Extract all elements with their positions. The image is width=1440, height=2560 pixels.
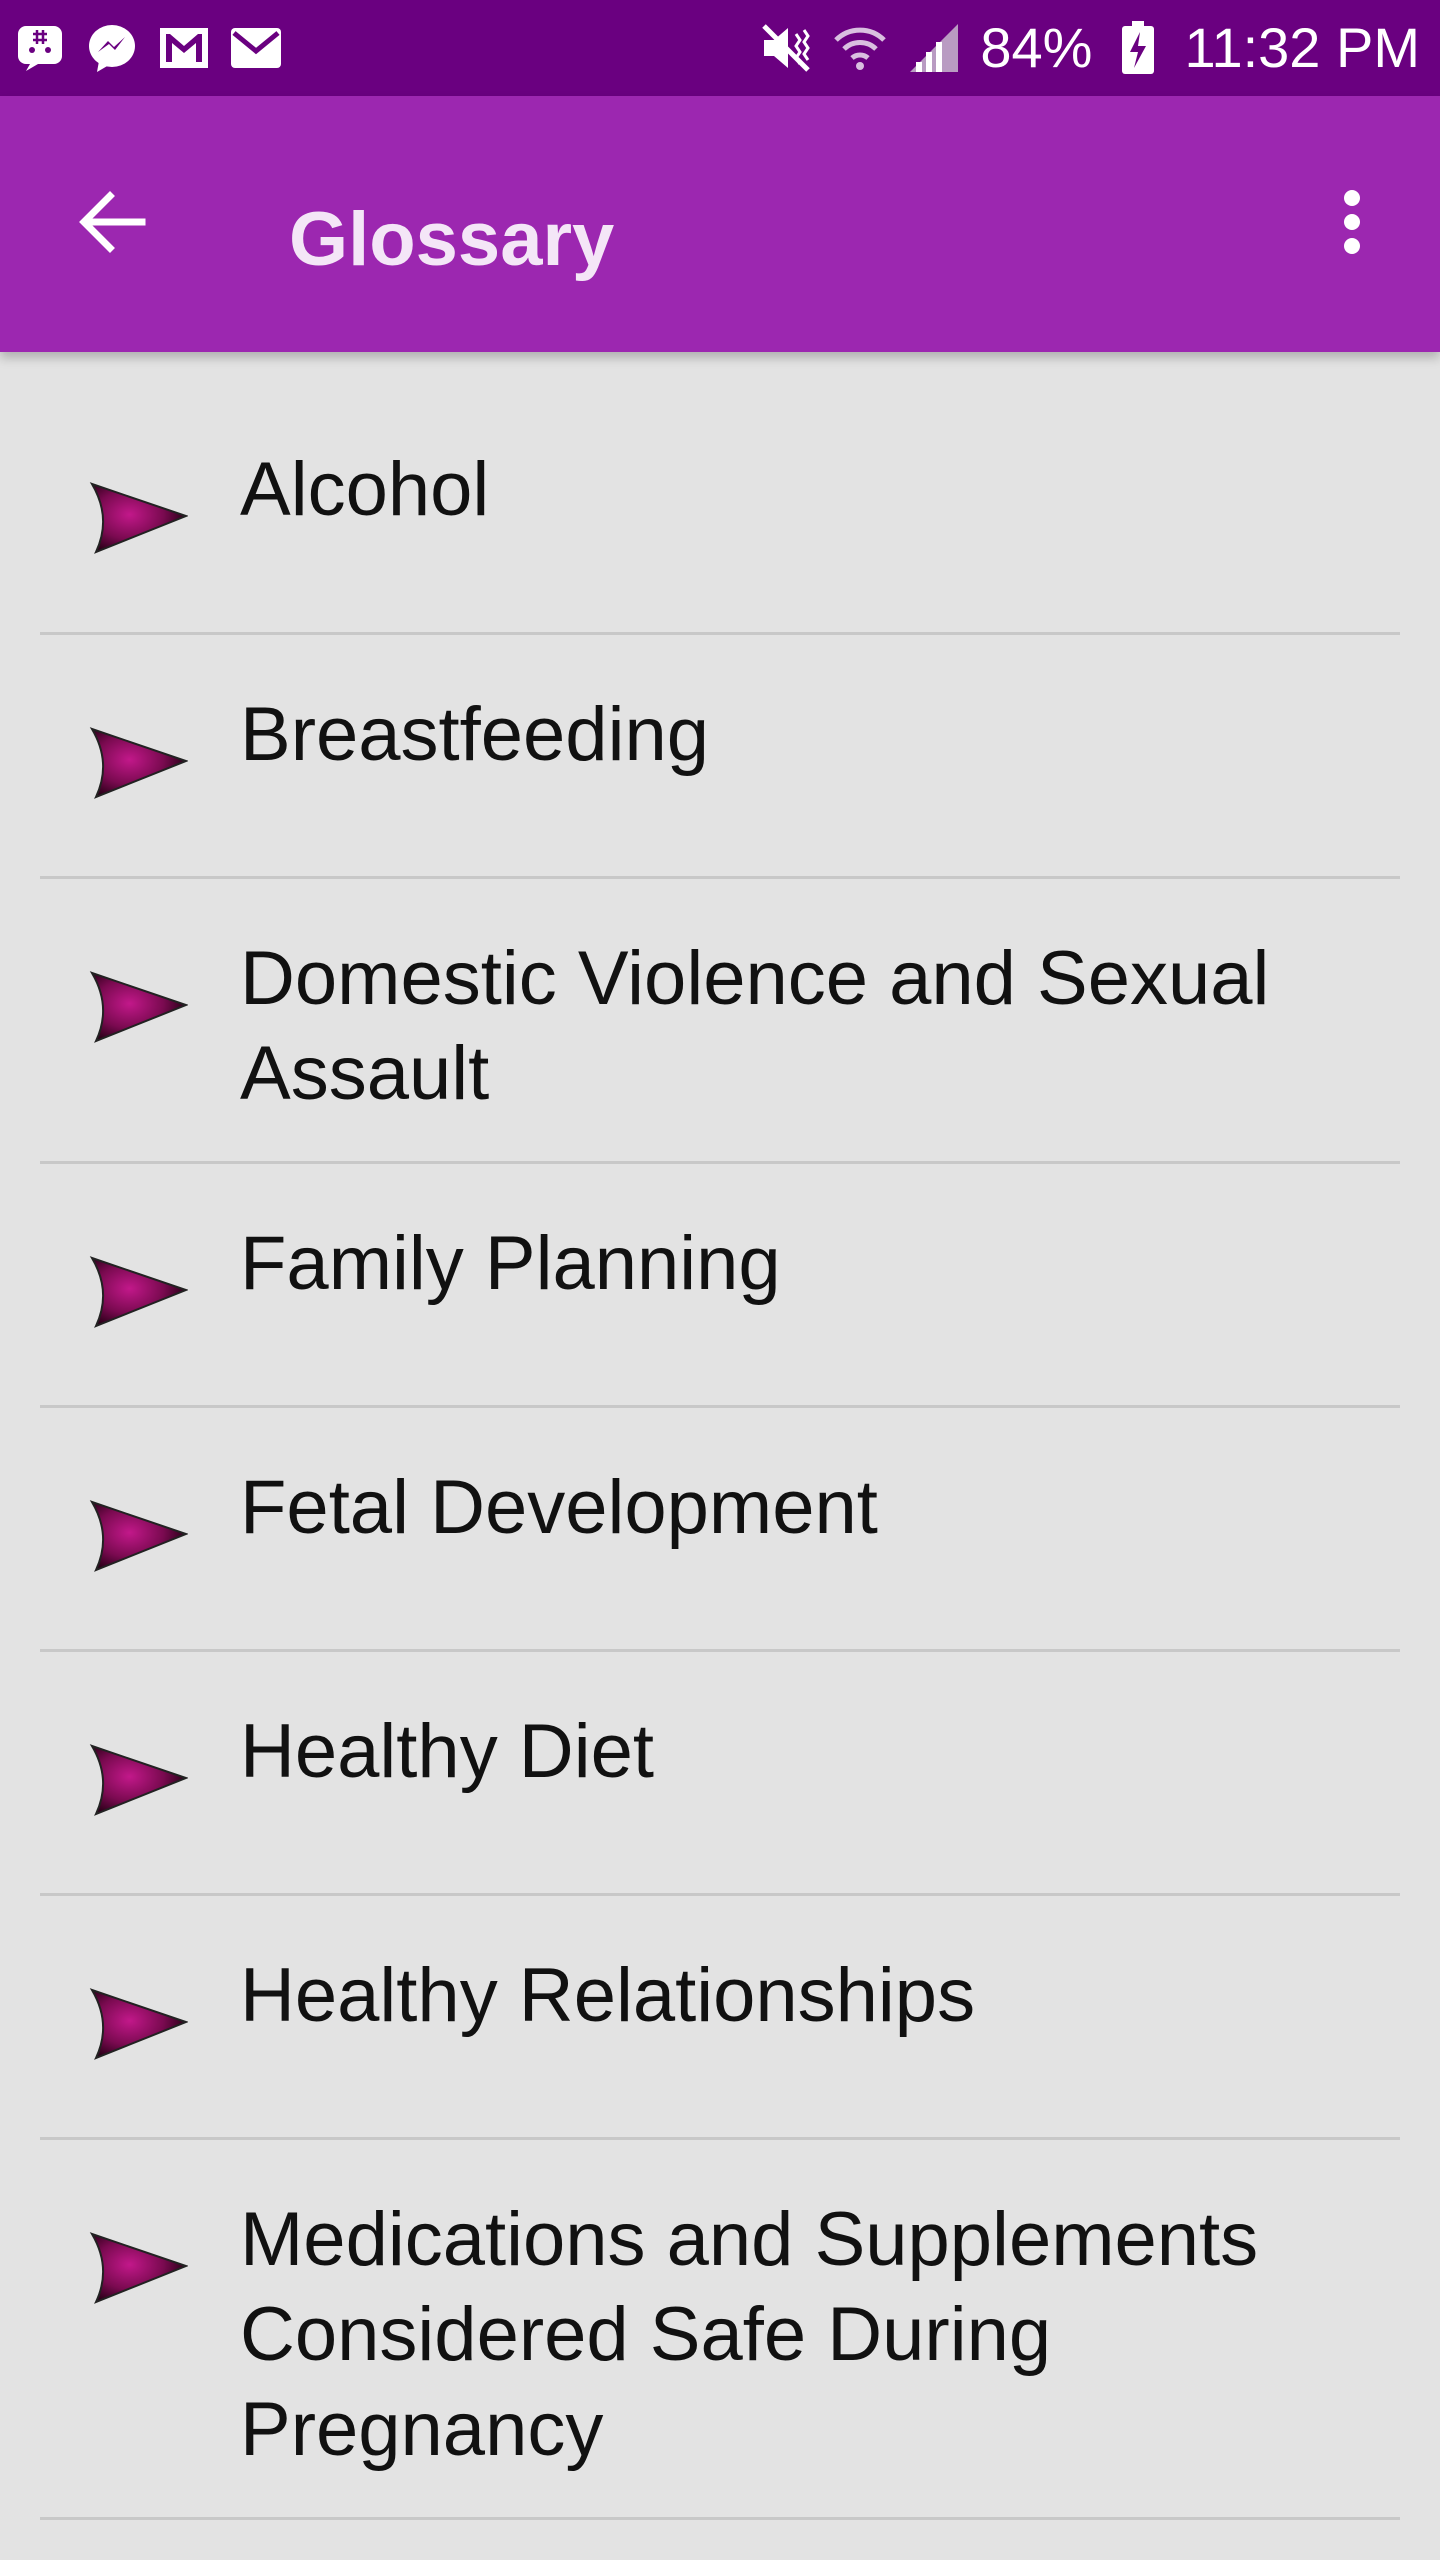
list-item[interactable]: Healthy Diet — [40, 1652, 1400, 1896]
list-item[interactable]: Family Planning — [40, 1164, 1400, 1408]
page-title: Glossary — [289, 197, 615, 282]
arrowhead-bullet-icon — [88, 480, 189, 556]
arrowhead-bullet-icon — [88, 1742, 189, 1818]
wifi-icon — [832, 20, 888, 76]
app-bar: Glossary — [0, 96, 1440, 352]
arrowhead-bullet-icon — [88, 1986, 189, 2062]
status-bar: 84% 11:32 PM — [0, 0, 1440, 96]
glossary-item-label: Healthy Relationships — [240, 1953, 976, 2038]
arrowhead-bullet-icon — [88, 2230, 189, 2306]
arrowhead-bullet-icon — [88, 1498, 189, 1574]
arrowhead-bullet-icon — [88, 725, 189, 801]
clock: 11:32 PM — [1184, 16, 1420, 79]
more-options-button[interactable] — [1304, 176, 1400, 272]
signal-icon — [906, 20, 962, 76]
list-item[interactable]: Healthy Relationships — [40, 1896, 1400, 2140]
arrow-back-icon — [76, 186, 148, 263]
list-item[interactable]: Domestic Violence and Sexual Assault — [40, 879, 1400, 1164]
list-item[interactable]: Alcohol — [40, 352, 1400, 635]
system-status: 84% 11:32 PM — [758, 16, 1420, 80]
battery-charging-icon — [1110, 20, 1166, 76]
glossary-item-label: Fetal Development — [240, 1465, 878, 1550]
vibrate-mute-icon — [758, 20, 814, 76]
glossary-item-label: Family Planning — [240, 1221, 781, 1306]
more-vert-icon — [1340, 186, 1364, 263]
battery-percent: 84% — [980, 16, 1093, 79]
glossary-item-label: Medications and Supplements Considered S… — [240, 2197, 1259, 2472]
arrowhead-bullet-icon — [88, 1254, 189, 1330]
back-button[interactable] — [64, 176, 160, 272]
glossary-item-label: Domestic Violence and Sexual Assault — [240, 936, 1270, 1116]
list-item[interactable]: Fetal Development — [40, 1408, 1400, 1652]
notification-icons — [14, 18, 282, 78]
messenger-icon — [86, 22, 138, 74]
gmail-icon — [158, 22, 210, 74]
list-item[interactable]: Breastfeeding — [40, 635, 1400, 879]
glossary-item-label: Breastfeeding — [240, 692, 709, 777]
email-icon — [230, 22, 282, 74]
arrowhead-bullet-icon — [88, 969, 189, 1045]
glossary-item-label: Alcohol — [240, 447, 490, 532]
chat-bubble-icon — [14, 22, 66, 74]
glossary-list: Alcohol Breastfeeding Domestic Violence … — [0, 352, 1440, 2520]
list-item[interactable]: Medications and Supplements Considered S… — [40, 2140, 1400, 2520]
glossary-item-label: Healthy Diet — [240, 1709, 654, 1794]
